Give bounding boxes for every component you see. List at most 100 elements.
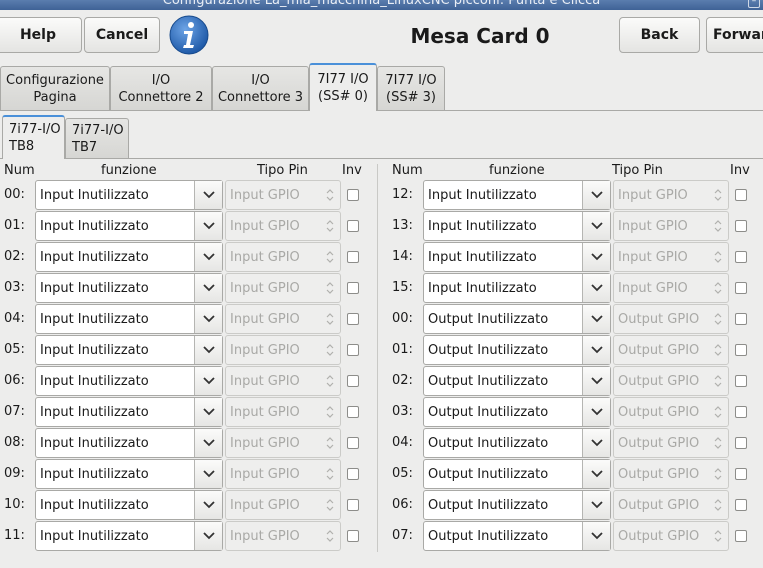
function-select[interactable]: Output Inutilizzato — [423, 335, 611, 365]
function-select[interactable]: Input Inutilizzato — [423, 273, 611, 303]
forward-button[interactable]: Forward — [706, 17, 763, 53]
invert-checkbox[interactable] — [347, 220, 359, 232]
invert-checkbox[interactable] — [735, 499, 747, 511]
pin-type-value: Input GPIO — [230, 249, 300, 265]
function-select[interactable]: Input Inutilizzato — [35, 335, 223, 365]
pin-type-value: Input GPIO — [230, 497, 300, 513]
invert-checkbox[interactable] — [347, 468, 359, 480]
chevron-down-icon[interactable] — [194, 336, 222, 364]
pin-type-value: Input GPIO — [618, 280, 688, 296]
invert-checkbox[interactable] — [347, 282, 359, 294]
chevron-down-icon[interactable] — [194, 212, 222, 240]
chevron-down-icon[interactable] — [582, 305, 610, 333]
invert-checkbox[interactable] — [735, 344, 747, 356]
header-num: Num — [4, 163, 35, 178]
invert-checkbox[interactable] — [735, 251, 747, 263]
header-pin-type: Tipo Pin — [257, 163, 308, 178]
chevron-down-icon[interactable] — [582, 181, 610, 209]
back-button[interactable]: Back — [619, 17, 700, 53]
function-select[interactable]: Input Inutilizzato — [35, 273, 223, 303]
invert-checkbox[interactable] — [347, 313, 359, 325]
tab-7i77-ss3[interactable]: 7I77 I/O (SS# 3) — [377, 66, 445, 110]
function-select[interactable]: Input Inutilizzato — [35, 397, 223, 427]
function-select[interactable]: Output Inutilizzato — [423, 397, 611, 427]
invert-checkbox[interactable] — [735, 313, 747, 325]
invert-checkbox[interactable] — [735, 406, 747, 418]
invert-checkbox[interactable] — [347, 406, 359, 418]
chevron-down-icon[interactable] — [194, 181, 222, 209]
invert-checkbox[interactable] — [735, 530, 747, 542]
chevron-down-icon[interactable] — [582, 522, 610, 550]
chevron-down-icon[interactable] — [582, 243, 610, 271]
function-select[interactable]: Input Inutilizzato — [35, 304, 223, 334]
chevron-down-icon[interactable] — [194, 429, 222, 457]
function-select[interactable]: Input Inutilizzato — [423, 242, 611, 272]
chevron-down-icon[interactable] — [194, 522, 222, 550]
invert-checkbox[interactable] — [347, 437, 359, 449]
subtab-divider — [0, 158, 763, 159]
function-select[interactable]: Input Inutilizzato — [35, 366, 223, 396]
header-inv: Inv — [730, 163, 750, 178]
function-select[interactable]: Input Inutilizzato — [35, 521, 223, 551]
chevron-down-icon[interactable] — [582, 429, 610, 457]
invert-checkbox[interactable] — [735, 468, 747, 480]
invert-checkbox[interactable] — [735, 375, 747, 387]
tab-7i77-ss0[interactable]: 7I77 I/O (SS# 0) — [309, 63, 377, 111]
subtab-tb7[interactable]: 7i77-I/O TB7 — [65, 118, 129, 158]
function-select[interactable]: Output Inutilizzato — [423, 490, 611, 520]
function-select[interactable]: Output Inutilizzato — [423, 521, 611, 551]
pin-type-select: Input GPIO — [613, 242, 729, 272]
chevron-down-icon[interactable] — [194, 398, 222, 426]
function-select[interactable]: Input Inutilizzato — [35, 180, 223, 210]
chevron-down-icon[interactable] — [582, 491, 610, 519]
function-select[interactable]: Input Inutilizzato — [35, 490, 223, 520]
chevron-down-icon[interactable] — [194, 460, 222, 488]
invert-checkbox[interactable] — [347, 499, 359, 511]
tab-io-connettore-2[interactable]: I/O Connettore 2 — [110, 66, 212, 110]
invert-checkbox[interactable] — [347, 251, 359, 263]
chevron-down-icon[interactable] — [582, 336, 610, 364]
minimize-icon[interactable]: – — [748, 0, 760, 8]
spin-arrows-icon — [320, 336, 340, 364]
chevron-down-icon[interactable] — [582, 274, 610, 302]
chevron-down-icon[interactable] — [582, 460, 610, 488]
cancel-button[interactable]: Cancel — [84, 17, 160, 53]
invert-checkbox[interactable] — [735, 220, 747, 232]
function-select[interactable]: Output Inutilizzato — [423, 459, 611, 489]
chevron-down-icon[interactable] — [194, 367, 222, 395]
invert-checkbox[interactable] — [735, 437, 747, 449]
tab-configurazione-pagina[interactable]: Configurazione Pagina — [0, 66, 110, 110]
function-select-value: Input Inutilizzato — [40, 528, 149, 544]
function-select[interactable]: Input Inutilizzato — [35, 428, 223, 458]
function-select[interactable]: Output Inutilizzato — [423, 428, 611, 458]
function-select[interactable]: Output Inutilizzato — [423, 304, 611, 334]
tab-io-connettore-3[interactable]: I/O Connettore 3 — [212, 66, 309, 110]
chevron-down-icon[interactable] — [582, 212, 610, 240]
function-select[interactable]: Output Inutilizzato — [423, 366, 611, 396]
chevron-down-icon[interactable] — [194, 274, 222, 302]
function-select[interactable]: Input Inutilizzato — [35, 459, 223, 489]
invert-checkbox[interactable] — [347, 344, 359, 356]
invert-checkbox[interactable] — [735, 282, 747, 294]
spin-arrows-icon — [320, 181, 340, 209]
invert-checkbox[interactable] — [347, 375, 359, 387]
pin-type-value: Input GPIO — [230, 528, 300, 544]
function-select[interactable]: Input Inutilizzato — [423, 180, 611, 210]
invert-checkbox[interactable] — [735, 189, 747, 201]
function-select[interactable]: Input Inutilizzato — [35, 211, 223, 241]
invert-checkbox[interactable] — [347, 189, 359, 201]
help-button[interactable]: Help — [0, 17, 82, 53]
chevron-down-icon[interactable] — [194, 243, 222, 271]
pin-number: 15: — [392, 280, 413, 295]
spin-arrows-icon — [708, 243, 728, 271]
chevron-down-icon[interactable] — [194, 491, 222, 519]
function-select[interactable]: Input Inutilizzato — [423, 211, 611, 241]
pin-type-select: Output GPIO — [613, 335, 729, 365]
invert-checkbox[interactable] — [347, 530, 359, 542]
function-select[interactable]: Input Inutilizzato — [35, 242, 223, 272]
chevron-down-icon[interactable] — [582, 398, 610, 426]
chevron-down-icon[interactable] — [194, 305, 222, 333]
subtab-tb8[interactable]: 7i77-I/O TB8 — [2, 115, 65, 159]
chevron-down-icon[interactable] — [582, 367, 610, 395]
pin-type-select: Output GPIO — [613, 366, 729, 396]
